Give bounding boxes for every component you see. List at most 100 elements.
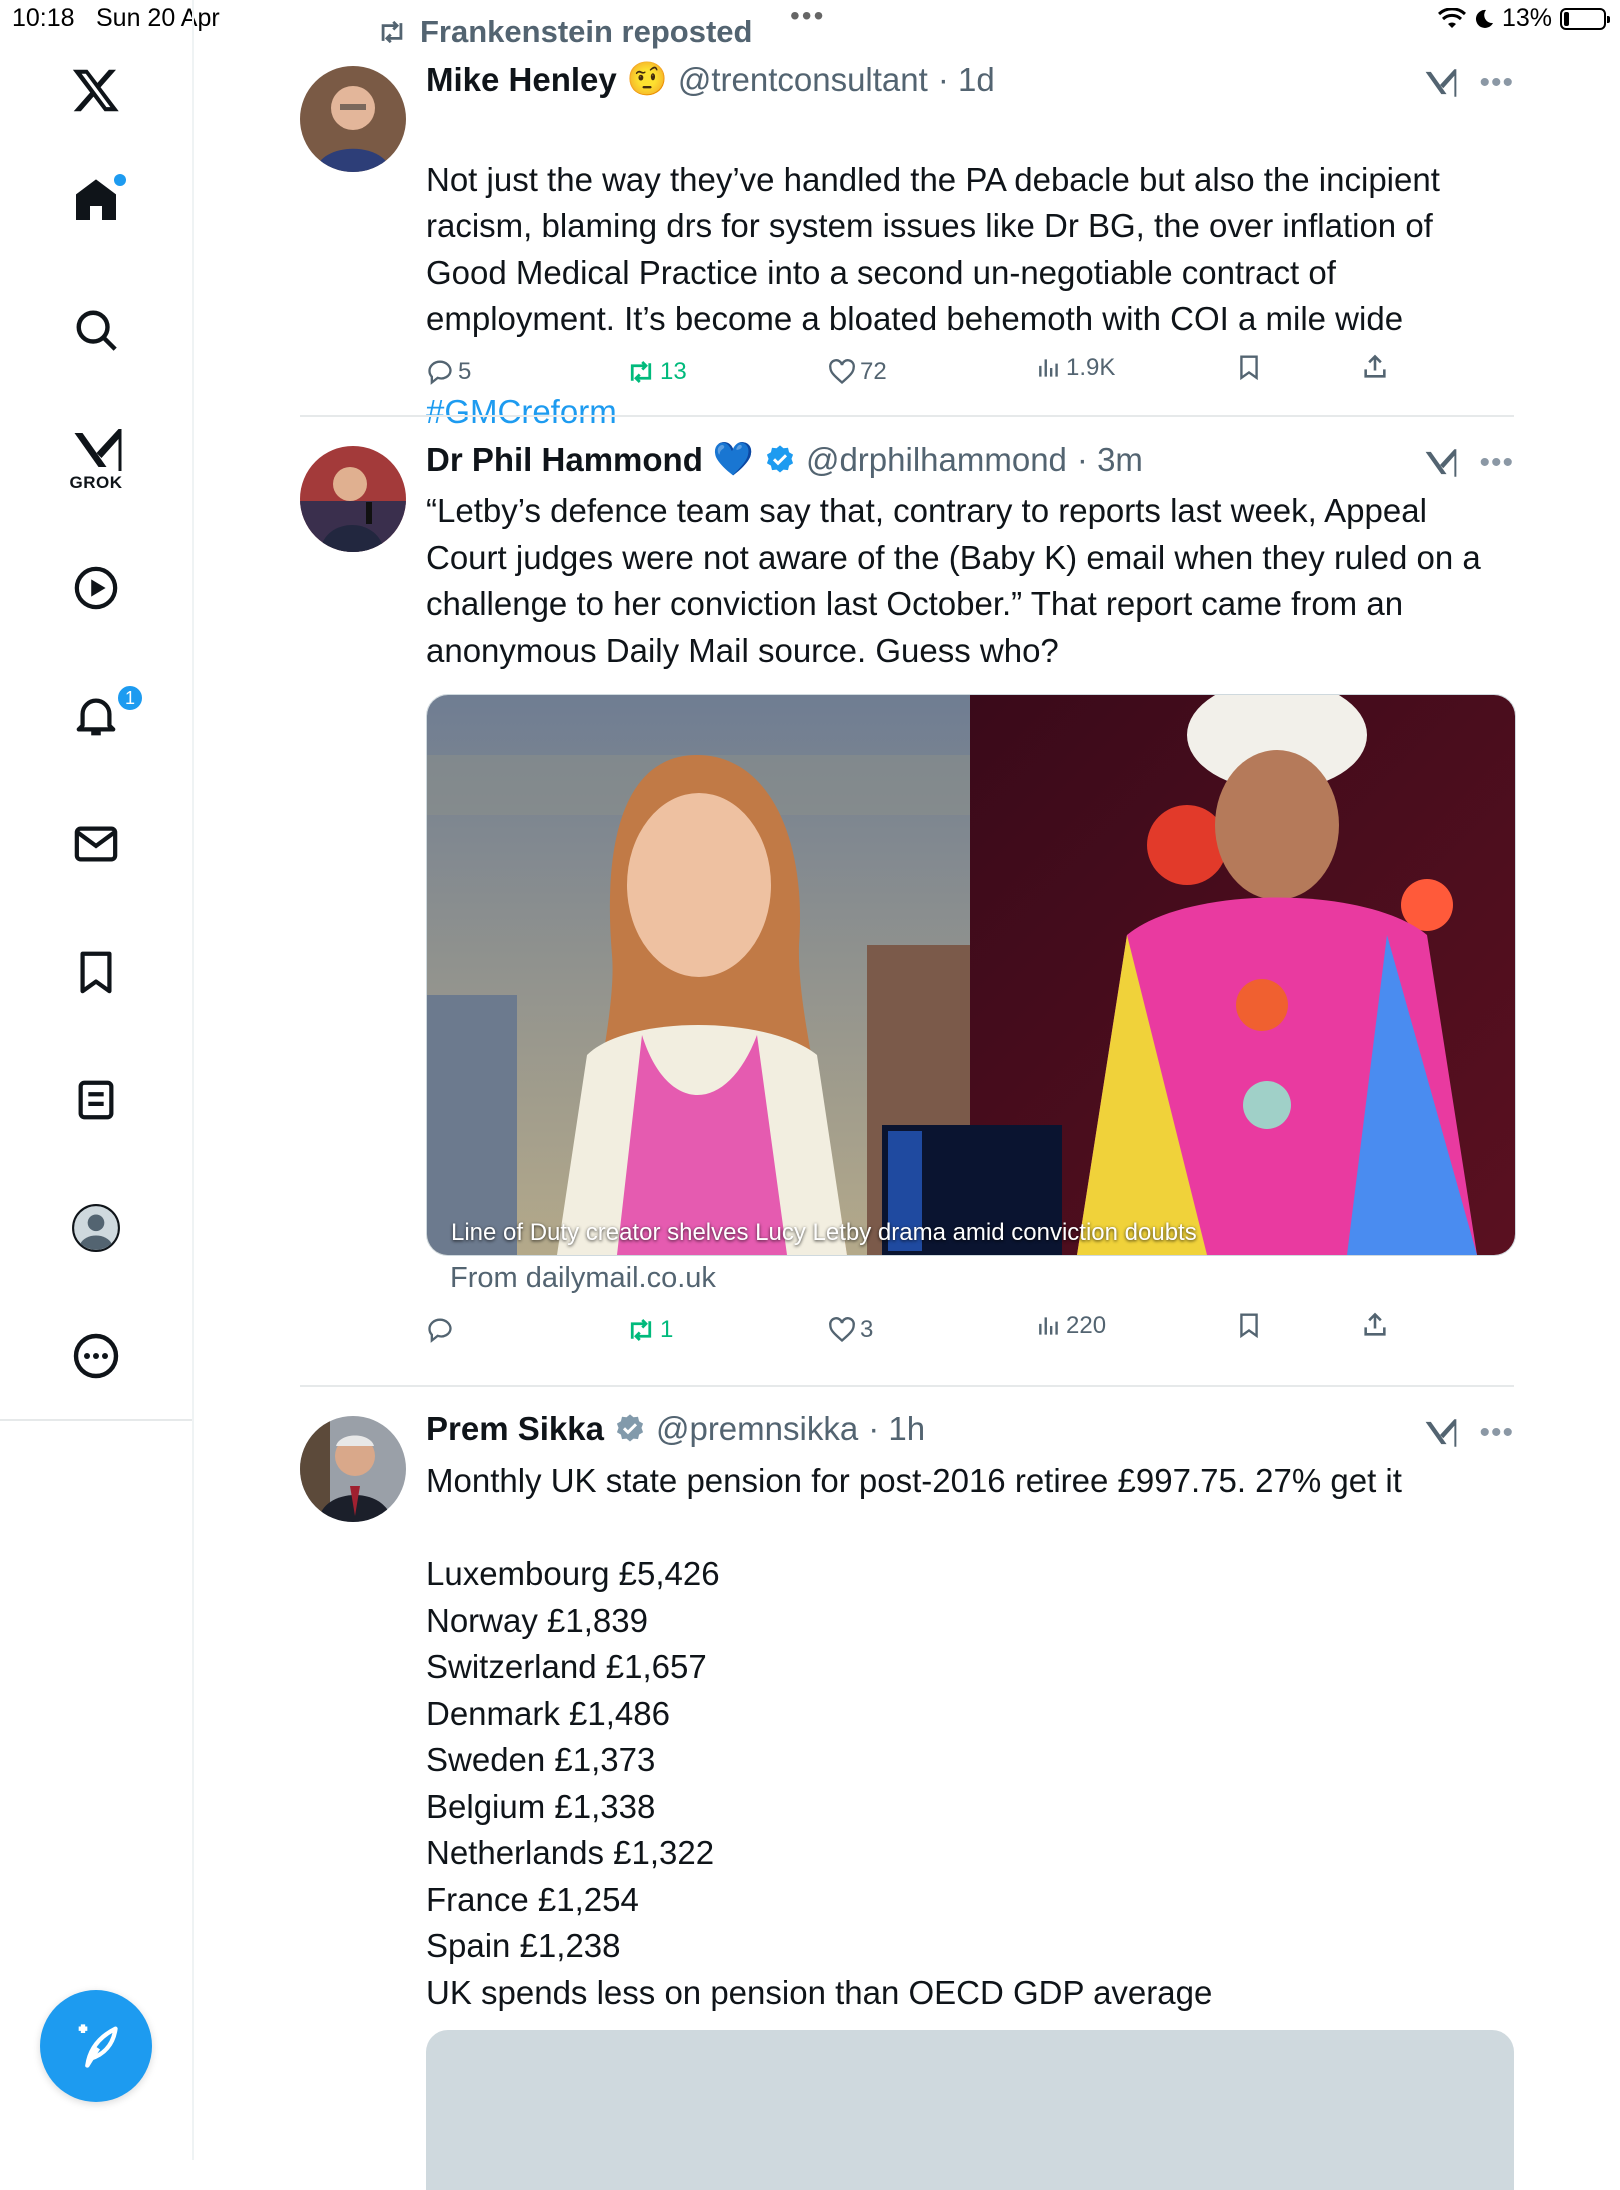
- compose-icon: [78, 2024, 118, 2068]
- x-logo[interactable]: [71, 65, 121, 115]
- repost-button[interactable]: 13: [626, 358, 687, 386]
- views-icon: [1039, 1317, 1058, 1335]
- sidebar-item-home[interactable]: [72, 174, 126, 224]
- profile-icon: [72, 1204, 120, 1252]
- more-options-icon[interactable]: •••: [1479, 446, 1514, 480]
- tweet-divider: [300, 1385, 1514, 1387]
- grok-icon[interactable]: [1423, 447, 1457, 479]
- repost-count: 1: [660, 1316, 674, 1343]
- card-caption: Line of Duty creator shelves Lucy Letby …: [451, 1219, 1197, 1246]
- bookmark-icon: [1240, 355, 1258, 381]
- share-button[interactable]: [1361, 1310, 1389, 1340]
- x-logo-icon: [72, 69, 119, 112]
- status-bar: 10:18 Sun 20 Apr ••• 13%: [0, 0, 1620, 40]
- multitasking-dots[interactable]: •••: [790, 0, 825, 32]
- tweet-text: “Letby’s defence team say that, contrary…: [426, 492, 1481, 669]
- battery-icon: [1560, 7, 1610, 30]
- search-icon: [76, 310, 117, 351]
- author-name[interactable]: Prem Sikka: [426, 1410, 604, 1448]
- repost-count: 13: [660, 358, 687, 385]
- sidebar-divider: [0, 1419, 192, 1421]
- more-options-icon[interactable]: •••: [1479, 66, 1514, 100]
- share-icon: [1364, 354, 1386, 378]
- sidebar-item-lists[interactable]: [73, 1077, 119, 1123]
- tweet-corner: •••: [1423, 446, 1514, 480]
- author-emoji: 💙: [712, 440, 754, 477]
- sidebar-item-profile[interactable]: [71, 1203, 121, 1253]
- tweet-actions: 1 3 220: [426, 1312, 1426, 1356]
- list-icon: [78, 1080, 114, 1120]
- author-name[interactable]: Dr Phil Hammond: [426, 441, 703, 479]
- envelope-icon: [74, 826, 118, 862]
- repost-text: Frankenstein reposted: [420, 14, 753, 49]
- battery-percent: 13%: [1501, 4, 1552, 32]
- reply-icon: [428, 360, 452, 385]
- more-options-icon[interactable]: •••: [1479, 1416, 1514, 1450]
- sidebar-item-messages[interactable]: [73, 821, 119, 867]
- share-icon: [1364, 1312, 1386, 1336]
- tweet-header: Prem Sikka @premnsikka · 1h: [426, 1410, 925, 1448]
- tweet-header: Mike Henley 🤨 @trentconsultant · 1d: [426, 60, 995, 99]
- reply-button[interactable]: 5: [426, 358, 471, 386]
- grok-label: GROK: [69, 473, 123, 492]
- tweet-divider: [300, 415, 1514, 417]
- sidebar-item-more[interactable]: [72, 1332, 120, 1380]
- heart-icon: [829, 1317, 855, 1343]
- verified-badge-icon: [766, 444, 794, 473]
- bell-icon: [76, 698, 116, 736]
- avatar[interactable]: [300, 446, 406, 552]
- avatar[interactable]: [300, 66, 406, 172]
- grok-icon: [74, 429, 121, 471]
- tweet-text-content: Not just the way they’ve handled the PA …: [426, 160, 1440, 338]
- sidebar-item-videos[interactable]: [73, 565, 119, 611]
- tweet-time[interactable]: · 1h: [868, 1410, 925, 1448]
- author-handle[interactable]: @premnsikka: [656, 1410, 858, 1448]
- tweet-media-placeholder[interactable]: [426, 2030, 1514, 2190]
- author-name[interactable]: Mike Henley: [426, 61, 617, 99]
- verified-gray-badge-icon: [616, 1414, 644, 1442]
- tweet-time[interactable]: · 3m: [1077, 441, 1143, 479]
- repost-indicator[interactable]: Frankenstein reposted: [376, 14, 752, 50]
- repost-icon: [630, 1319, 652, 1341]
- play-circle-icon: [74, 566, 118, 610]
- compose-button[interactable]: [40, 1990, 152, 2102]
- home-new-dot: [114, 174, 126, 186]
- author-emoji: 🤨: [626, 60, 668, 97]
- tweet-text: Monthly UK state pension for post-2016 r…: [426, 1462, 1402, 2011]
- views-button[interactable]: 1.9K: [1036, 354, 1115, 382]
- share-button[interactable]: [1361, 352, 1389, 382]
- bookmark-button[interactable]: [1236, 352, 1262, 382]
- tweet-time[interactable]: · 1d: [938, 61, 995, 99]
- sidebar-item-bookmarks[interactable]: [73, 949, 119, 995]
- sidebar-item-notifications[interactable]: 1: [73, 683, 145, 739]
- heart-icon: [829, 359, 855, 385]
- like-count: 72: [860, 358, 887, 385]
- tweet-header: Dr Phil Hammond 💙 @drphilhammond · 3m: [426, 440, 1143, 479]
- sidebar: GROK 1: [0, 0, 194, 2160]
- tweet-actions: 5 13 72 1.9K: [426, 354, 1426, 398]
- author-handle[interactable]: @trentconsultant: [678, 61, 928, 99]
- repost-button[interactable]: 1: [626, 1316, 673, 1344]
- more-circle-icon: [73, 1333, 119, 1379]
- notifications-badge: 1: [115, 683, 145, 713]
- grok-icon[interactable]: [1423, 67, 1457, 99]
- views-button[interactable]: 220: [1036, 1312, 1106, 1340]
- sidebar-item-search[interactable]: [73, 307, 119, 353]
- like-button[interactable]: 72: [828, 358, 887, 386]
- card-source[interactable]: From dailymail.co.uk: [450, 1262, 716, 1295]
- link-card-image[interactable]: Line of Duty creator shelves Lucy Letby …: [426, 694, 1516, 1256]
- bookmark-icon: [80, 951, 112, 994]
- views-icon: [1039, 359, 1058, 377]
- view-count: 1.9K: [1066, 354, 1116, 381]
- sidebar-item-grok[interactable]: GROK: [70, 427, 123, 493]
- view-count: 220: [1066, 1312, 1107, 1339]
- wifi-icon: [1437, 7, 1466, 28]
- avatar[interactable]: [300, 1416, 406, 1522]
- hashtag-link[interactable]: #GMCreform: [426, 393, 617, 430]
- grok-icon[interactable]: [1423, 1417, 1457, 1449]
- reply-button[interactable]: [426, 1316, 458, 1344]
- author-handle[interactable]: @drphilhammond: [806, 441, 1067, 479]
- like-button[interactable]: 3: [828, 1316, 873, 1344]
- bookmark-button[interactable]: [1236, 1310, 1262, 1340]
- reply-icon: [428, 1318, 452, 1343]
